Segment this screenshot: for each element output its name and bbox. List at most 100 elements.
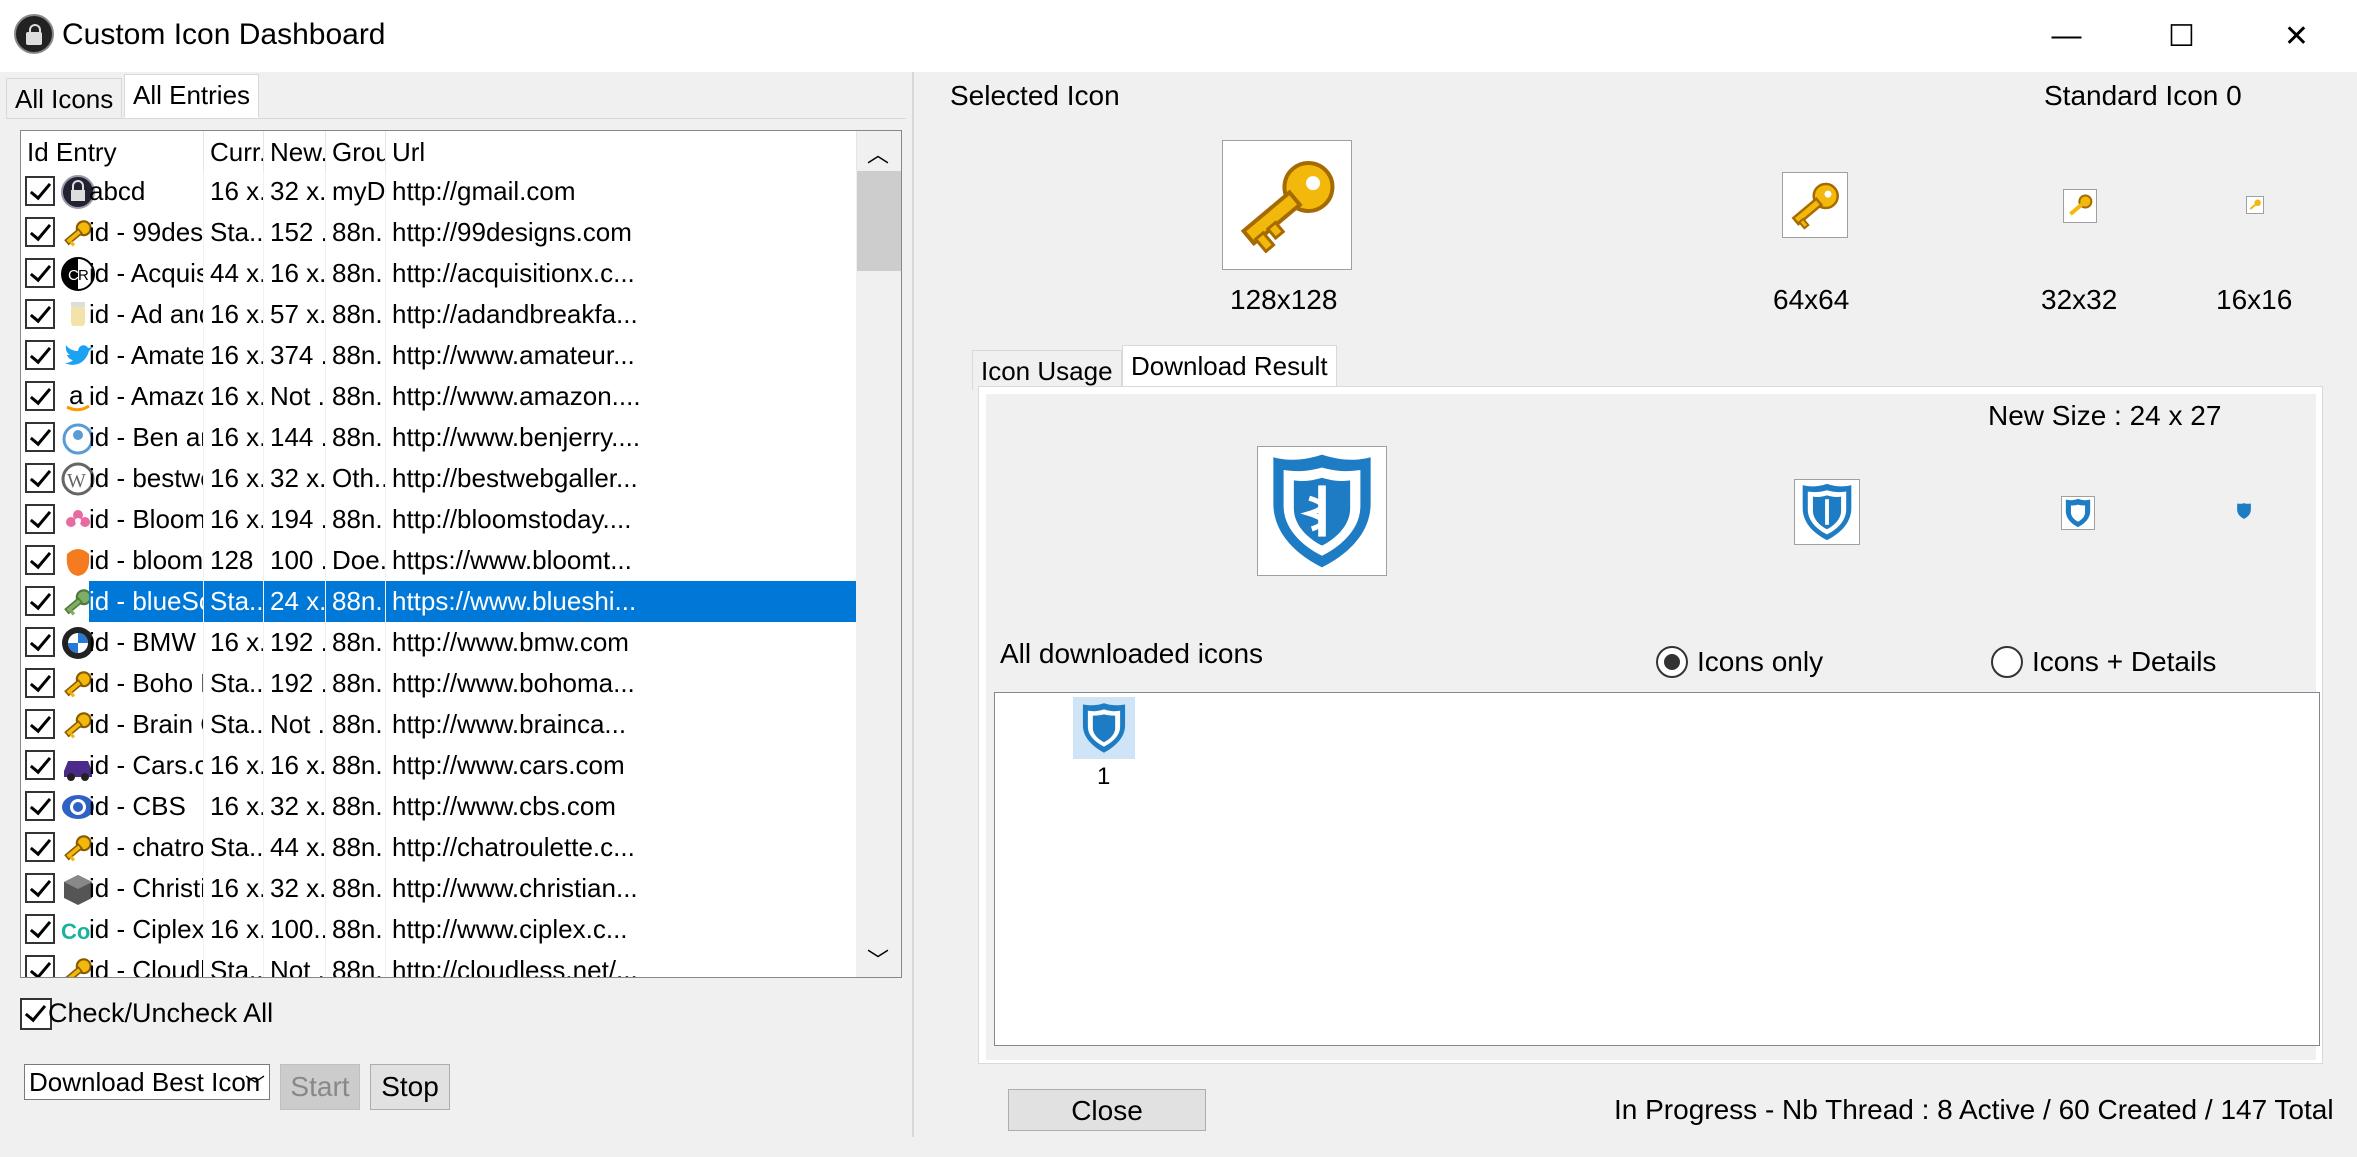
table-row[interactable]: id - bloomthat128 ...100 ...Doe...https:… — [21, 540, 857, 581]
cell-new: 192 ... — [264, 663, 326, 704]
table-row[interactable]: CRid - Acquisition44 x...16 x...88n...ht… — [21, 253, 857, 294]
icons-details-radio[interactable] — [1991, 646, 2023, 678]
cell-url: https://www.blueshi... — [386, 581, 857, 622]
row-checkbox[interactable] — [25, 955, 55, 977]
table-row[interactable]: id - CloudlessSta...Not ...88n...http://… — [21, 950, 857, 977]
row-checkbox[interactable] — [25, 668, 55, 698]
entries-panel: All Icons All Entries Id Entry Curr... N… — [6, 72, 914, 1137]
row-checkbox[interactable] — [25, 504, 55, 534]
cell-url: http://bloomstoday.... — [386, 499, 857, 540]
svg-text:W: W — [67, 470, 86, 492]
cell-curr: 16 x... — [204, 335, 264, 376]
cell-url: http://bestwebgaller... — [386, 458, 857, 499]
cell-group: 88n... — [326, 786, 386, 827]
cell-new: 32 x... — [264, 786, 326, 827]
column-header-group[interactable]: Group — [326, 131, 386, 171]
cell-curr: 16 x... — [204, 745, 264, 786]
table-row[interactable]: id - blueSchieldSta...24 x...88n...https… — [21, 581, 857, 622]
download-mode-dropdown[interactable]: Download Best Icon ﹀ — [24, 1064, 270, 1100]
table-row[interactable]: id - Brain CandySta...Not ...88n...http:… — [21, 704, 857, 745]
table-row[interactable]: abcd16 x...32 x...myDbhttp://gmail.com — [21, 171, 857, 212]
tab-all-entries[interactable]: All Entries — [124, 74, 260, 118]
cell-url: https://www.bloomt... — [386, 540, 857, 581]
cell-new: 32 x... — [264, 171, 326, 212]
table-row[interactable]: id - Blooms T...16 x...194 ...88n...http… — [21, 499, 857, 540]
column-header-current[interactable]: Curr... — [204, 131, 264, 171]
row-checkbox[interactable] — [25, 627, 55, 657]
row-checkbox[interactable] — [25, 832, 55, 862]
table-row[interactable]: id - Cars.com16 x...16 x...88n...http://… — [21, 745, 857, 786]
tab-icon-usage[interactable]: Icon Usage — [972, 350, 1122, 390]
column-header-url[interactable]: Url — [386, 131, 857, 171]
cell-curr: 128 ... — [204, 540, 264, 581]
table-row[interactable]: id - Christian ...16 x...32 x...88n...ht… — [21, 868, 857, 909]
svg-text:Co: Co — [61, 919, 90, 944]
dropdown-value: Download Best Icon — [29, 1067, 261, 1097]
cell-new: 192 ... — [264, 622, 326, 663]
table-row[interactable]: Coid - Ciplex16 x... 100...88n...http://… — [21, 909, 857, 950]
shield-icon — [1082, 703, 1126, 753]
tab-download-result[interactable]: Download Result — [1122, 345, 1337, 389]
scrollbar-thumb[interactable] — [857, 171, 901, 271]
title-bar: Custom Icon Dashboard — ☐ ✕ — [0, 0, 2357, 72]
start-button[interactable]: Start — [280, 1064, 360, 1110]
row-checkbox[interactable] — [25, 545, 55, 575]
table-row[interactable]: id - Amateur Il...16 x...374 ...88n...ht… — [21, 335, 857, 376]
table-row[interactable]: id - 99designs Sta...152 ...88n...http:/… — [21, 212, 857, 253]
cell-name: id - Boho Mag... — [89, 663, 204, 704]
cell-url: http://99designs.com — [386, 212, 857, 253]
row-checkbox[interactable] — [25, 914, 55, 944]
tab-all-icons[interactable]: All Icons — [6, 78, 123, 118]
row-checkbox[interactable] — [25, 340, 55, 370]
cell-url: http://www.ciplex.c... — [386, 909, 857, 950]
cell-group: 88n... — [326, 253, 386, 294]
row-checkbox[interactable] — [25, 217, 55, 247]
row-checkbox[interactable] — [25, 873, 55, 903]
cell-curr: 16 x... — [204, 417, 264, 458]
shield-icon — [2065, 498, 2091, 528]
column-header-new[interactable]: New... — [264, 131, 326, 171]
size-label-64: 64x64 — [1773, 284, 1850, 315]
cell-group: 88n... — [326, 294, 386, 335]
table-row[interactable]: id - Ben and J...16 x...144 ...88n...htt… — [21, 417, 857, 458]
row-checkbox[interactable] — [25, 299, 55, 329]
close-button[interactable]: Close — [1008, 1089, 1206, 1131]
table-row[interactable]: id - chatroulette Sta...44 x...88n...htt… — [21, 827, 857, 868]
row-checkbox[interactable] — [25, 176, 55, 206]
close-window-button[interactable]: ✕ — [2239, 0, 2354, 72]
row-checkbox[interactable] — [25, 258, 55, 288]
scroll-up-icon[interactable]: ︿ — [867, 137, 889, 169]
maximize-button[interactable]: ☐ — [2124, 0, 2239, 72]
cell-url: http://www.cars.com — [386, 745, 857, 786]
row-checkbox[interactable] — [25, 422, 55, 452]
cell-new: 194 ... — [264, 499, 326, 540]
table-row[interactable]: aid - Amazon16 x...Not ...88n...http://w… — [21, 376, 857, 417]
cell-name: id - Ad and Br... — [89, 294, 204, 335]
shield-icon — [1273, 454, 1371, 568]
downloaded-item[interactable] — [1073, 697, 1135, 759]
stop-button[interactable]: Stop — [370, 1064, 450, 1110]
table-row[interactable]: id - CBS16 x...32 x...88n...http://www.c… — [21, 786, 857, 827]
row-checkbox[interactable] — [25, 463, 55, 493]
row-checkbox[interactable] — [25, 381, 55, 411]
icons-only-radio[interactable] — [1656, 646, 1688, 678]
row-checkbox[interactable] — [25, 586, 55, 616]
cell-name: id - CBS — [89, 786, 204, 827]
cell-name: id - Amateur Il... — [89, 335, 204, 376]
table-row[interactable]: id - Ad and Br...16 x...57 x...88n...htt… — [21, 294, 857, 335]
downloaded-icons-list[interactable]: 1 — [994, 692, 2320, 1046]
column-header-id-entry[interactable]: Id Entry — [21, 131, 204, 171]
minimize-button[interactable]: — — [2009, 0, 2124, 72]
cell-curr: Sta... — [204, 950, 264, 977]
row-checkbox[interactable] — [25, 791, 55, 821]
scroll-down-icon[interactable]: ﹀ — [867, 943, 889, 975]
cell-group: 88n... — [326, 704, 386, 745]
row-checkbox[interactable] — [25, 750, 55, 780]
table-row[interactable]: Wid - bestwebg...16 x...32 x...Oth...htt… — [21, 458, 857, 499]
table-row[interactable]: id - Boho Mag...Sta...192 ...88n...http:… — [21, 663, 857, 704]
row-checkbox[interactable] — [25, 709, 55, 739]
entries-table[interactable]: Id Entry Curr... New... Group Url abcd16… — [20, 130, 902, 978]
table-row[interactable]: id - BMW16 x...192 ...88n...http://www.b… — [21, 622, 857, 663]
cell-curr: Sta... — [204, 827, 264, 868]
cell-name: id - bestwebg... — [89, 458, 204, 499]
